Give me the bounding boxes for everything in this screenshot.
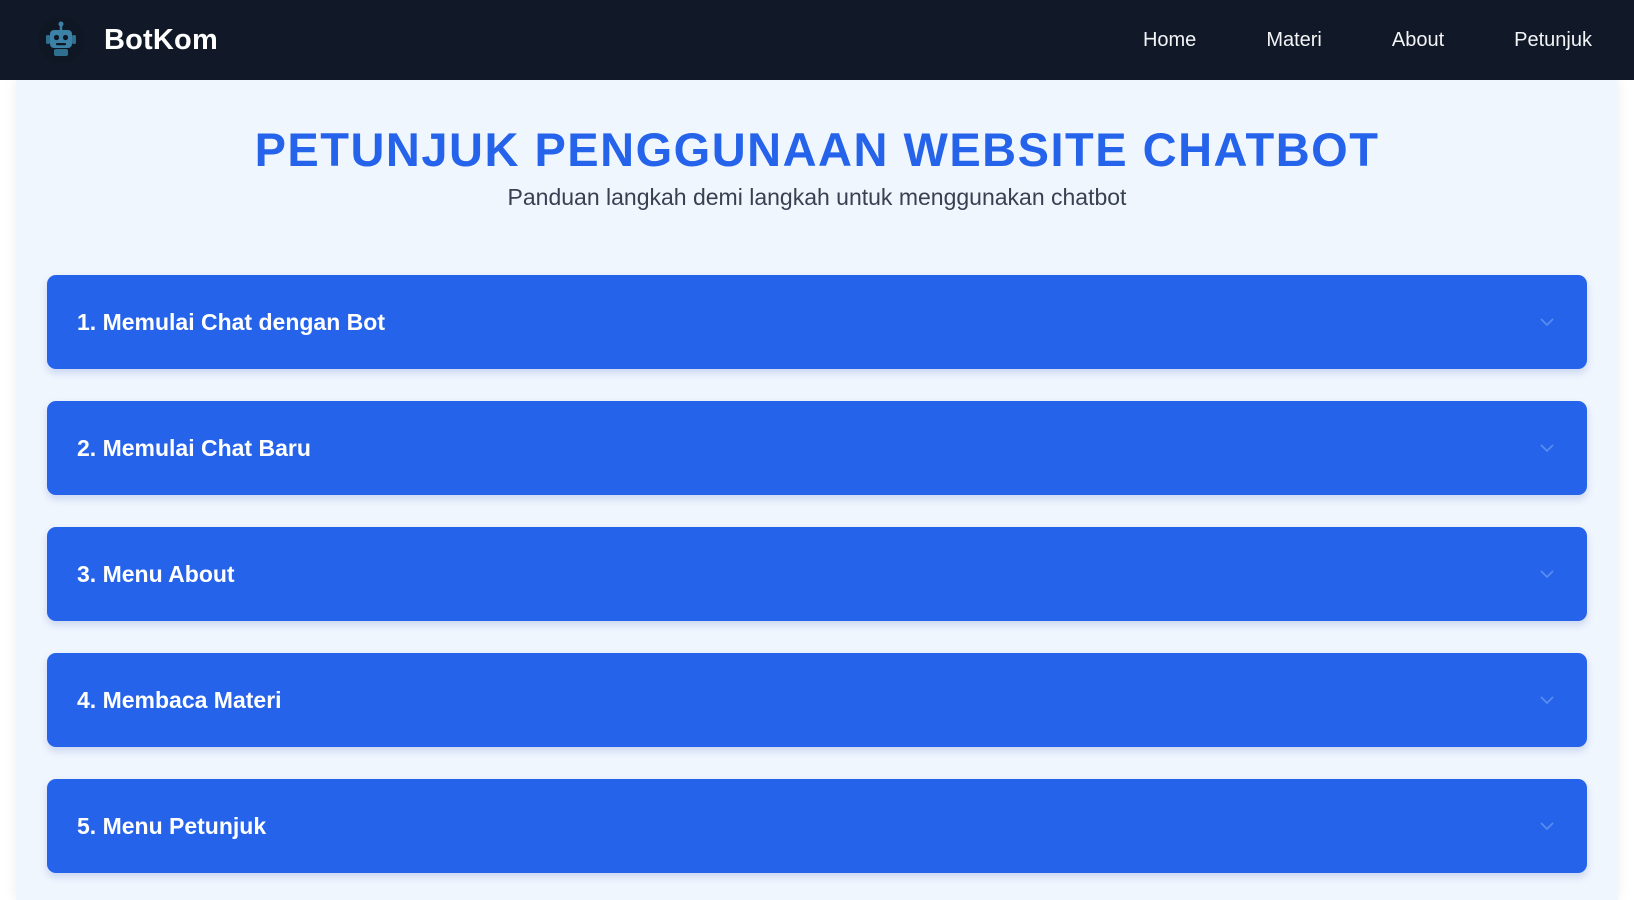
- accordion-label: 2. Memulai Chat Baru: [77, 434, 311, 461]
- nav-link-home[interactable]: Home: [1108, 29, 1231, 52]
- chevron-down-icon: [1537, 438, 1557, 458]
- accordion-label: 5. Menu Petunjuk: [77, 812, 267, 839]
- chevron-down-icon: [1537, 816, 1557, 836]
- robot-icon: [38, 17, 84, 63]
- accordion-label: 3. Menu About: [77, 560, 235, 587]
- nav-link-petunjuk[interactable]: Petunjuk: [1479, 29, 1592, 52]
- accordion-item-3[interactable]: 3. Menu About: [47, 527, 1587, 621]
- navbar: BotKom Home Materi About Petunjuk: [0, 0, 1634, 80]
- accordion-item-4[interactable]: 4. Membaca Materi: [47, 653, 1587, 747]
- page-title: PETUNJUK PENGGUNAAN WEBSITE CHATBOT: [254, 123, 1380, 176]
- brand-name: BotKom: [104, 23, 218, 56]
- accordion-item-1[interactable]: 1. Memulai Chat dengan Bot: [47, 275, 1587, 369]
- nav-link-about[interactable]: About: [1357, 29, 1479, 52]
- nav-links: Home Materi About Petunjuk: [1108, 29, 1592, 52]
- accordion-label: 1. Memulai Chat dengan Bot: [77, 308, 385, 335]
- accordion-item-5[interactable]: 5. Menu Petunjuk: [47, 779, 1587, 873]
- main-panel: PETUNJUK PENGGUNAAN WEBSITE CHATBOT Pand…: [16, 80, 1618, 900]
- chevron-down-icon: [1537, 690, 1557, 710]
- nav-link-materi[interactable]: Materi: [1231, 29, 1357, 52]
- accordion-label: 4. Membaca Materi: [77, 686, 282, 713]
- page-subtitle: Panduan langkah demi langkah untuk mengg…: [507, 184, 1127, 210]
- chevron-down-icon: [1537, 564, 1557, 584]
- accordion-item-2[interactable]: 2. Memulai Chat Baru: [47, 401, 1587, 495]
- brand[interactable]: BotKom: [38, 17, 218, 63]
- chevron-down-icon: [1537, 312, 1557, 332]
